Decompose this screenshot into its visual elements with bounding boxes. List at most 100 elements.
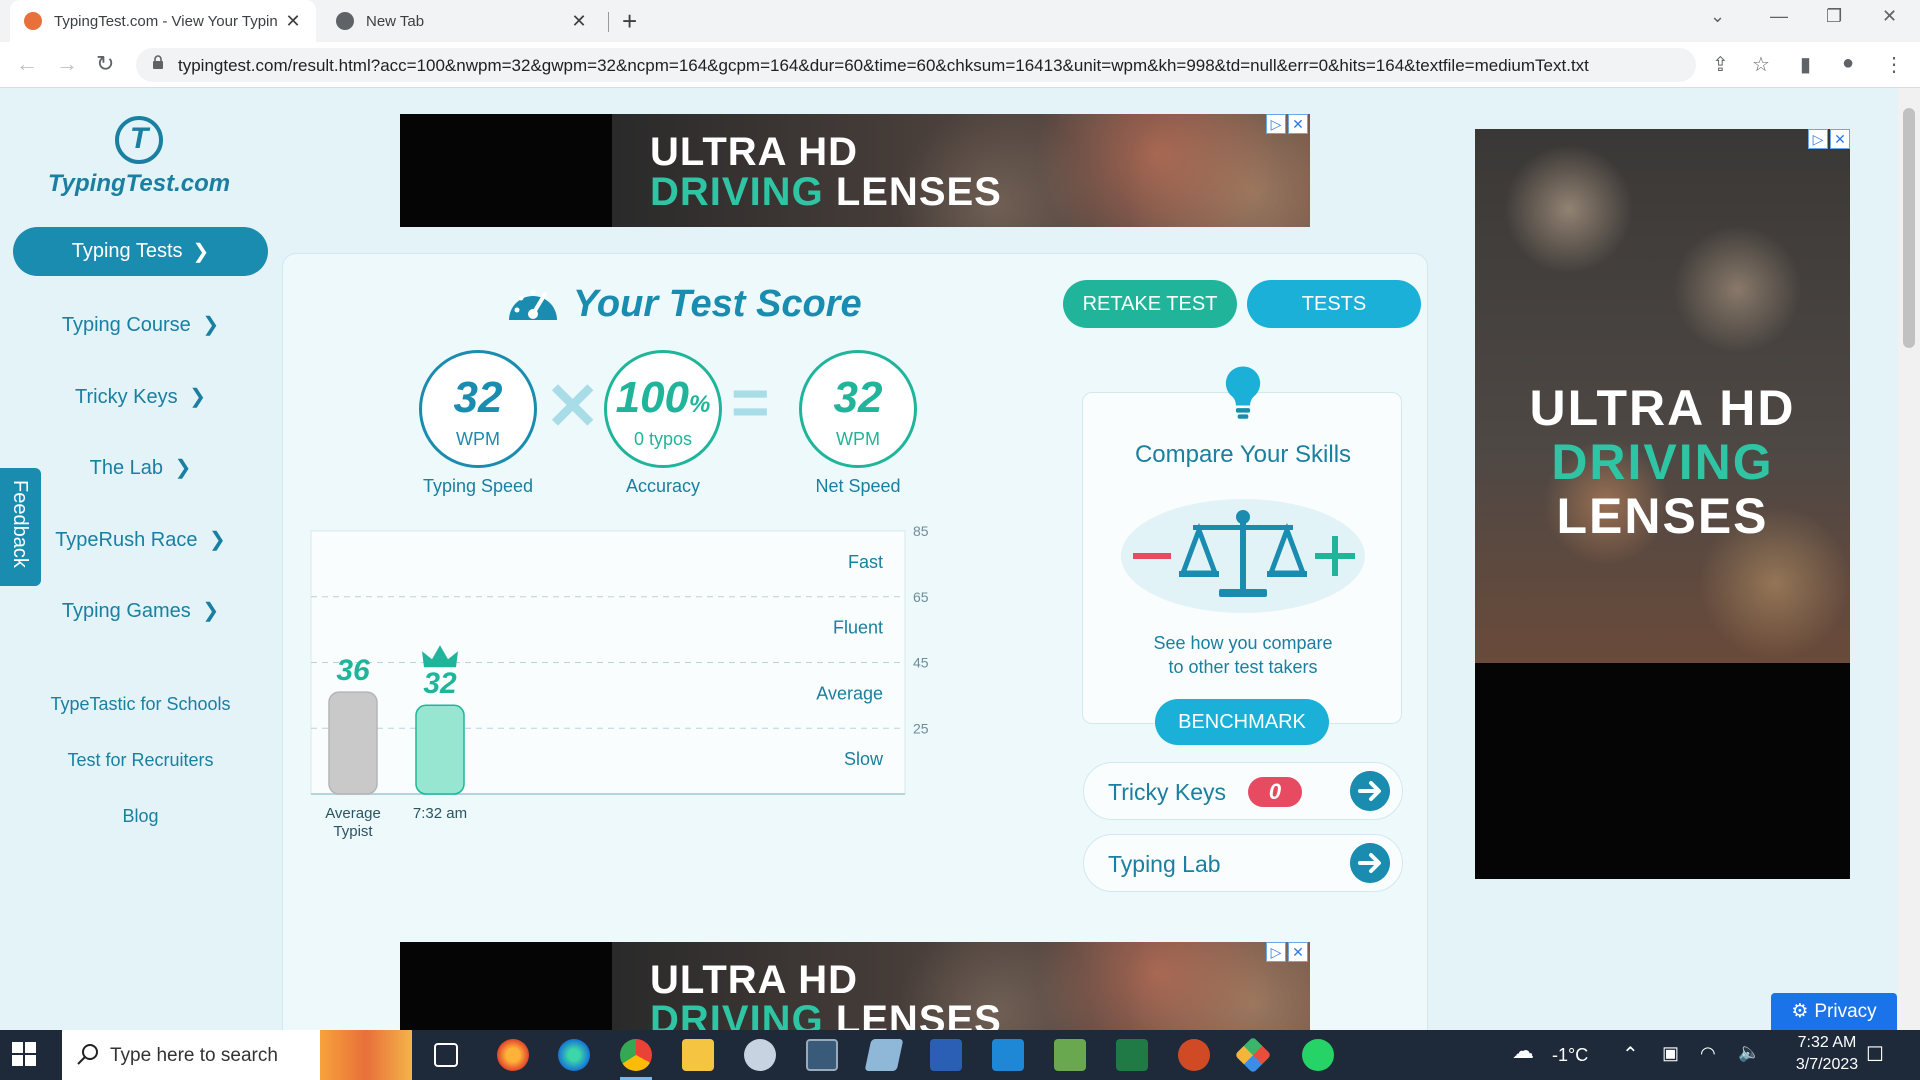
benchmark-button[interactable]: BENCHMARK <box>1155 699 1329 745</box>
ad-close-icon[interactable]: ✕ <box>1288 114 1308 134</box>
clock-time[interactable]: 7:32 AM <box>1782 1034 1872 1052</box>
firefox-icon[interactable] <box>497 1039 529 1071</box>
ad-headline-accent: DRIVING <box>1551 434 1774 490</box>
file-explorer-icon[interactable] <box>682 1039 714 1071</box>
tab-search-chevron-icon[interactable]: ⌄ <box>1710 6 1725 27</box>
task-view-icon[interactable] <box>434 1043 458 1067</box>
ad-headline: ULTRA HD <box>1529 380 1796 436</box>
close-window-icon[interactable]: ✕ <box>1882 6 1897 27</box>
nav-the-lab[interactable]: The Lab ❯ <box>13 455 268 480</box>
page-content: T TypingTest.com Typing Tests ❯ Typing C… <box>0 88 1898 1030</box>
ad-headline: ULTRA HD <box>650 130 858 174</box>
tab-new-tab[interactable]: New Tab ✕ <box>322 0 602 42</box>
typing-speed-caption: Typing Speed <box>422 476 534 496</box>
browser-tab-bar: TypingTest.com - View Your Typin ✕ New T… <box>0 0 1920 42</box>
browser-toolbar: ← → ↻ typingtest.com/result.html?acc=100… <box>0 42 1920 88</box>
meet-icon[interactable]: ▣ <box>1662 1043 1679 1064</box>
adchoices-icon[interactable]: ▷ <box>1808 129 1828 149</box>
privacy-button[interactable]: ⚙ Privacy <box>1771 993 1897 1030</box>
typing-lab-pill[interactable]: Typing Lab <box>1083 834 1403 892</box>
ad-headline-end: LENSES <box>1556 488 1769 544</box>
word-icon[interactable] <box>930 1039 962 1071</box>
app-diamond-icon[interactable] <box>1234 1036 1272 1074</box>
site-logo[interactable]: T TypingTest.com <box>46 116 232 198</box>
ad-banner-bottom[interactable]: ULTRA HD DRIVING LENSES ▷ ✕ <box>400 942 1310 1030</box>
new-tab-plus-icon[interactable]: + <box>622 6 637 37</box>
tricky-keys-count-badge: 0 <box>1248 777 1302 807</box>
side-panel-icon[interactable]: ▮ <box>1800 52 1811 77</box>
nav-typerush-race[interactable]: TypeRush Race ❯ <box>13 527 268 552</box>
link-blog[interactable]: Blog <box>13 806 268 827</box>
ad-close-icon[interactable]: ✕ <box>1830 129 1850 149</box>
close-tab-icon[interactable]: ✕ <box>570 11 588 32</box>
ad-close-icon[interactable]: ✕ <box>1288 942 1308 962</box>
nav-tricky-keys[interactable]: Tricky Keys ❯ <box>13 384 268 409</box>
y-tick-label: 25 <box>913 720 929 736</box>
notification-center-icon[interactable]: ☐ <box>1866 1042 1884 1067</box>
excel-icon[interactable] <box>1116 1039 1148 1071</box>
windows-start-icon[interactable] <box>12 1042 36 1066</box>
feedback-tab[interactable]: Feedback <box>0 468 41 586</box>
close-tab-icon[interactable]: ✕ <box>284 11 302 32</box>
page-scrollbar[interactable] <box>1898 88 1920 1030</box>
vscode-icon[interactable] <box>992 1039 1024 1071</box>
back-arrow-icon[interactable]: ← <box>16 51 38 77</box>
restore-icon[interactable]: ❐ <box>1826 6 1842 27</box>
address-bar[interactable]: typingtest.com/result.html?acc=100&nwpm=… <box>136 48 1696 82</box>
arrow-right-icon[interactable] <box>1350 771 1390 811</box>
zone-label: Slow <box>844 749 884 769</box>
adchoices-icon[interactable]: ▷ <box>1266 942 1286 962</box>
menu-kebab-icon[interactable]: ⋮ <box>1884 52 1904 77</box>
ad-skyscraper[interactable]: ULTRA HD DRIVING LENSES ▷ ✕ <box>1475 129 1850 879</box>
compare-skills-panel: Compare Your Skills See how you compare … <box>1082 366 1402 724</box>
accuracy-typos: 0 typos <box>633 429 693 449</box>
privacy-label: Privacy <box>1814 1000 1877 1022</box>
edge-icon[interactable] <box>558 1039 590 1071</box>
reload-icon[interactable]: ↻ <box>96 51 114 77</box>
chrome-icon[interactable] <box>620 1039 652 1080</box>
tab-typingtest[interactable]: TypingTest.com - View Your Typin ✕ <box>10 0 316 42</box>
scrollbar-thumb[interactable] <box>1903 108 1915 348</box>
nav-label: Typing Tests <box>71 240 183 262</box>
retake-test-button[interactable]: RETAKE TEST <box>1063 280 1237 328</box>
result-card: Your Test Score RETAKE TEST TESTS 32 WPM… <box>282 253 1428 1030</box>
whatsapp-icon[interactable] <box>1302 1039 1334 1071</box>
bookmark-star-icon[interactable]: ☆ <box>1752 52 1770 77</box>
weather-temperature[interactable]: -1°C <box>1552 1045 1588 1066</box>
nav-typing-tests-button[interactable]: Typing Tests ❯ <box>13 227 268 276</box>
link-test-for-recruiters[interactable]: Test for Recruiters <box>13 750 268 771</box>
tricky-keys-pill[interactable]: Tricky Keys 0 <box>1083 762 1403 820</box>
adchoices-icon[interactable]: ▷ <box>1266 114 1286 134</box>
clock-date[interactable]: 3/7/2023 <box>1782 1056 1872 1074</box>
nav-typing-course[interactable]: Typing Course ❯ <box>13 312 268 337</box>
ad-banner-top[interactable]: ULTRA HD DRIVING LENSES ▷ ✕ <box>400 114 1310 227</box>
weather-cloud-icon[interactable]: ☁ <box>1512 1038 1534 1064</box>
volume-icon[interactable]: 🔈 <box>1738 1042 1760 1063</box>
nav-typing-games[interactable]: Typing Games ❯ <box>13 598 268 623</box>
tab-separator <box>608 12 609 32</box>
link-typetastic-for-schools[interactable]: TypeTastic for Schools <box>13 694 268 715</box>
accuracy-metric: 100% 0 typos Accuracy <box>604 350 722 497</box>
wifi-icon[interactable]: ◠ <box>1700 1043 1716 1064</box>
forward-arrow-icon[interactable]: → <box>56 51 78 77</box>
calculator-icon[interactable] <box>806 1039 838 1071</box>
compare-description: See how you compare to other test takers <box>1153 633 1333 677</box>
net-speed-circle: 32 WPM <box>799 350 917 468</box>
x-tick-label: 7:32 am <box>413 805 467 822</box>
image-viewer-icon[interactable] <box>1054 1039 1086 1071</box>
arrow-right-icon[interactable] <box>1350 843 1390 883</box>
accuracy-caption: Accuracy <box>625 476 701 496</box>
typing-speed-unit: WPM <box>456 429 500 449</box>
tests-button[interactable]: TESTS <box>1247 280 1421 328</box>
paint-icon[interactable] <box>744 1039 776 1071</box>
share-icon[interactable]: ⇪ <box>1712 52 1729 77</box>
powerpoint-icon[interactable] <box>1178 1039 1210 1071</box>
gear-icon: ⚙ <box>1791 1001 1809 1022</box>
minimize-icon[interactable]: — <box>1770 6 1788 27</box>
bar-value-label: 36 <box>336 654 370 687</box>
taskbar-search-box[interactable]: Type here to search <box>62 1030 412 1080</box>
notepad-icon[interactable] <box>864 1039 904 1071</box>
profile-avatar-icon[interactable]: ● <box>1842 52 1854 75</box>
chevron-right-icon: ❯ <box>174 457 192 479</box>
chevron-up-icon[interactable]: ⌃ <box>1622 1042 1639 1067</box>
